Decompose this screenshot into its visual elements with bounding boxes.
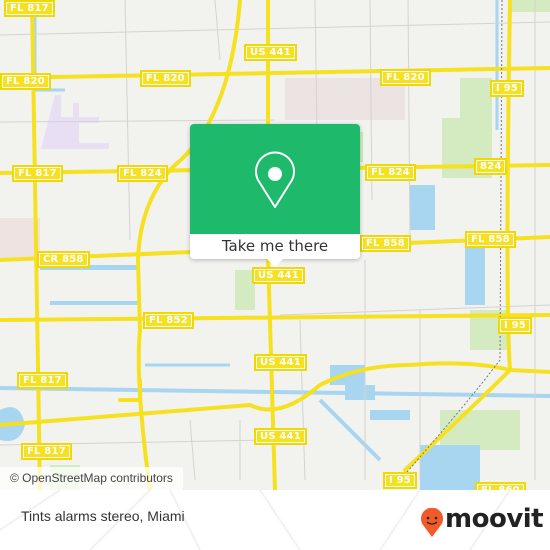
map[interactable]: FL 817 US 441 FL 820 FL 820 FL 820 I 95 … [0,0,550,490]
road-label: FL 817 [12,165,63,182]
road-label: FL 824 [117,165,168,182]
road-label: I 95 [383,472,417,489]
road-label: CR 858 [37,251,90,268]
map-pin-icon [255,151,295,208]
take-me-there-label: Take me there [221,237,329,255]
road-label: FL 820 [380,69,431,86]
road-fl852 [0,313,550,322]
road-label: FL 824 [365,164,416,181]
brand-name: moovit [445,504,544,534]
footer: Tints alarms stereo, Miami moovit [0,490,550,550]
popup-header [190,124,360,234]
road-label: US 441 [254,428,307,445]
road-label: FL 852 [143,312,194,329]
road-label: FL 820 [140,70,191,87]
road-label: FL 858 [465,231,516,248]
map-attribution[interactable]: © OpenStreetMap contributors [0,467,183,490]
road-label: FL 817 [4,0,55,17]
road-label: 824 [474,158,508,175]
road-fl820 [0,66,550,80]
road-label: US 441 [254,354,307,371]
road-label: I 95 [490,80,524,97]
popup-pointer [266,258,284,267]
take-me-there-button[interactable]: Take me there [190,234,360,259]
lake [410,185,435,230]
road-label: FL 817 [21,443,72,460]
road-label: US 441 [244,44,297,61]
road-label: FL 820 [0,73,51,90]
place-name: Tints alarms stereo, Miami [21,508,185,524]
road-label: US 441 [252,267,305,284]
road-label: FL 858 [360,235,411,252]
road-label: I 95 [498,317,532,334]
commercial-area [285,78,365,120]
road-label: FL 860 [475,482,526,490]
moovit-pin-icon [421,508,443,537]
location-popup: Take me there [190,124,360,267]
road-label: FL 817 [17,372,68,389]
